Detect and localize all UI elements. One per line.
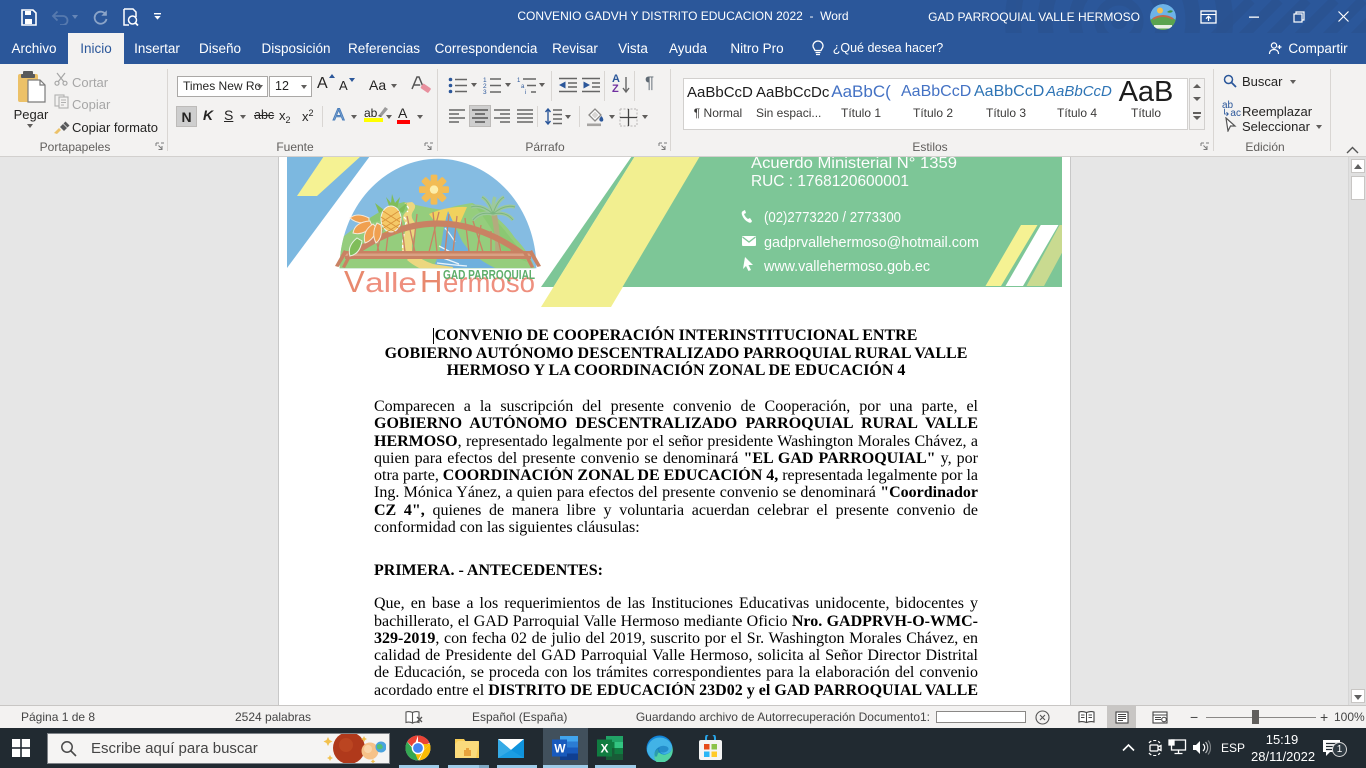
svg-text:alle: alle (365, 267, 417, 298)
svg-text:(02)2773220 / 2773300: (02)2773220 / 2773300 (764, 209, 901, 226)
svg-text:V: V (344, 264, 365, 299)
svg-text:www.vallehermoso.gob.ec: www.vallehermoso.gob.ec (763, 258, 930, 275)
svg-text:H: H (420, 264, 442, 299)
svg-text:i: i (525, 90, 526, 95)
svg-text:gadprvallehermoso@hotmail.com: gadprvallehermoso@hotmail.com (764, 234, 979, 251)
svg-text:Acuerdo Ministerial N° 1359: Acuerdo Ministerial N° 1359 (751, 157, 957, 172)
svg-text:3: 3 (483, 89, 487, 95)
svg-text:GAD PARROQUIAL: GAD PARROQUIAL (443, 268, 535, 282)
svg-text:X: X (601, 742, 609, 756)
svg-text:W: W (554, 742, 566, 756)
svg-text:RUC : 1768120600001: RUC : 1768120600001 (751, 173, 909, 190)
